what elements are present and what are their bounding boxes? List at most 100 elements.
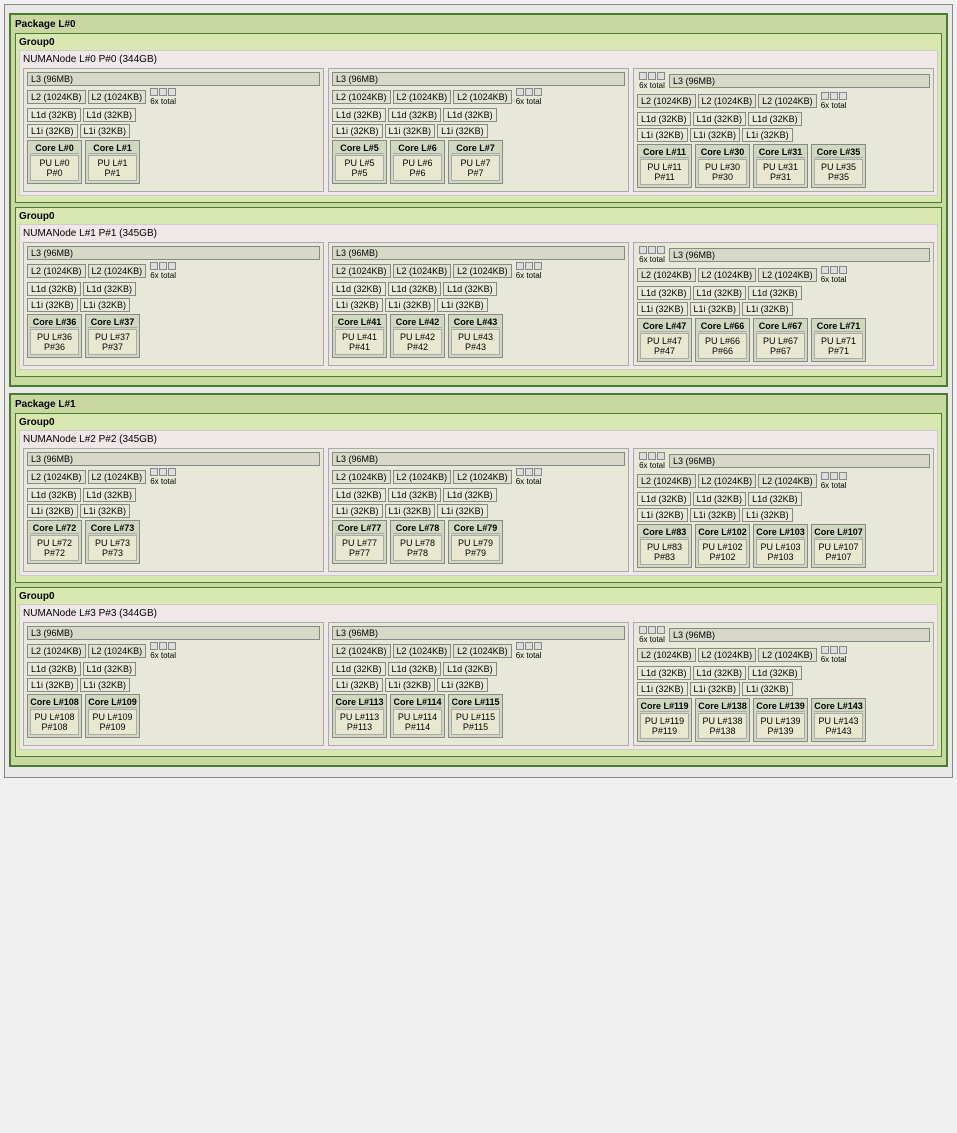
pu-box: PU L#0 P#0: [30, 155, 79, 181]
l2-block: L2 (1024KB): [332, 264, 391, 278]
l3-section: L3 (96MB)L2 (1024KB)L2 (1024KB)L2 (1024K…: [328, 68, 629, 192]
numa-node: NUMANode L#1 P#1 (345GB) L3 (96MB) L2 (102…: [19, 224, 938, 370]
l1i-block: L1i (32KB): [637, 302, 688, 316]
core-box: Core L#102PU L#102 P#102: [695, 524, 750, 568]
pu-box: PU L#6 P#6: [393, 155, 442, 181]
numa-title: NUMANode L#1 P#1 (345GB): [23, 228, 934, 239]
l1d-block: L1d (32KB): [332, 662, 386, 676]
l1d-block: L1d (32KB): [693, 492, 747, 506]
l3-block: L3 (96MB): [332, 626, 625, 640]
l1d-block: L1d (32KB): [83, 662, 137, 676]
l3-section: 6x totalL3 (96MB)L2 (1024KB)L2 (1024KB)L…: [633, 242, 934, 366]
l1d-block: L1d (32KB): [637, 492, 691, 506]
numa-title: NUMANode L#0 P#0 (344GB): [23, 54, 934, 65]
pu-box: PU L#37 P#37: [88, 329, 137, 355]
pu-box: PU L#139 P#139: [756, 713, 805, 739]
sections-row: L3 (96MB)L2 (1024KB)L2 (1024KB)6x totalL…: [23, 68, 934, 192]
core-box: Core L#115PU L#115 P#115: [448, 694, 503, 738]
core-box: Core L#72PU L#72 P#72: [27, 520, 82, 564]
core-box: Core L#139PU L#139 P#139: [753, 698, 808, 742]
l1i-block: L1i (32KB): [80, 124, 131, 138]
l2-block: L2 (1024KB): [332, 90, 391, 104]
count-badge: 6x total: [639, 626, 665, 644]
l2-block: L2 (1024KB): [758, 648, 817, 662]
pu-box: PU L#41 P#41: [335, 329, 384, 355]
l1i-block: L1i (32KB): [437, 298, 488, 312]
core-box: Core L#108PU L#108 P#108: [27, 694, 82, 738]
group-box: Group0NUMANode L#2 P#2 (345GB)L3 (96MB)L…: [15, 413, 942, 583]
numa-title: NUMANode L#2 P#2 (345GB): [23, 434, 934, 445]
l3-block: L3 (96MB): [27, 246, 320, 260]
core-box: Core L#79PU L#79 P#79: [448, 520, 503, 564]
pu-box: PU L#78 P#78: [393, 535, 442, 561]
group-title: Group0: [19, 211, 938, 222]
count-badge: 6x total: [150, 88, 176, 106]
l1i-block: L1i (32KB): [742, 302, 793, 316]
l1d-block: L1d (32KB): [27, 488, 81, 502]
pu-box: PU L#115 P#115: [451, 709, 500, 735]
l2-block: L2 (1024KB): [88, 470, 147, 484]
l2-block: L2 (1024KB): [698, 268, 757, 282]
l3-section: L3 (96MB)L2 (1024KB)L2 (1024KB)L2 (1024K…: [328, 622, 629, 746]
pu-box: PU L#11 P#11: [640, 159, 689, 185]
machine-box: Package L#0Group0NUMANode L#0 P#0 (344GB…: [4, 4, 953, 778]
l3-section: L3 (96MB)L2 (1024KB)L2 (1024KB)6x totalL…: [23, 68, 324, 192]
pu-box: PU L#73 P#73: [88, 535, 137, 561]
l1i-block: L1i (32KB): [385, 124, 436, 138]
count-badge: 6x total: [150, 642, 176, 660]
l1i-block: L1i (32KB): [80, 504, 131, 518]
l1i-block: L1i (32KB): [385, 504, 436, 518]
l1d-block: L1d (32KB): [388, 488, 442, 502]
core-box: Core L#1PU L#1 P#1: [85, 140, 140, 184]
core-box: Core L#109PU L#109 P#109: [85, 694, 140, 738]
l1i-block: L1i (32KB): [332, 678, 383, 692]
core-box: Core L#78PU L#78 P#78: [390, 520, 445, 564]
core-box: Core L#47PU L#47 P#47: [637, 318, 692, 362]
sections-row: L3 (96MB) L2 (1024KB) L2 (1024KB) 6x total L…: [23, 622, 934, 746]
l2-block: L2 (1024KB): [27, 644, 86, 658]
l1d-block: L1d (32KB): [388, 282, 442, 296]
l3-block: L3 (96MB): [27, 452, 320, 466]
pu-box: PU L#103 P#103: [756, 539, 805, 565]
count-badge: 6x total: [821, 646, 847, 664]
l1i-block: L1i (32KB): [27, 124, 78, 138]
l3-block: L3 (96MB): [669, 454, 930, 468]
sections-row: L3 (96MB)L2 (1024KB)L2 (1024KB)6x totalL…: [23, 242, 934, 366]
core-box: Core L#31PU L#31 P#31: [753, 144, 808, 188]
l2-block: L2 (1024KB): [453, 644, 512, 658]
package-box: Package L#0Group0NUMANode L#0 P#0 (344GB…: [9, 13, 948, 387]
pu-box: PU L#35 P#35: [814, 159, 863, 185]
l1d-block: L1d (32KB): [637, 666, 691, 680]
l1d-block: L1d (32KB): [27, 662, 81, 676]
pu-box: PU L#109 P#109: [88, 709, 137, 735]
l1d-block: L1d (32KB): [693, 112, 747, 126]
l2-block: L2 (1024KB): [637, 94, 696, 108]
l1i-block: L1i (32KB): [27, 504, 78, 518]
l1d-block: L1d (32KB): [27, 282, 81, 296]
core-box: Core L#113PU L#113 P#113: [332, 694, 387, 738]
l1i-block: L1i (32KB): [437, 504, 488, 518]
l1d-block: L1d (32KB): [637, 286, 691, 300]
core-box: Core L#103PU L#103 P#103: [753, 524, 808, 568]
core-box: Core L#77PU L#77 P#77: [332, 520, 387, 564]
l2-block: L2 (1024KB): [332, 644, 391, 658]
l1d-block: L1d (32KB): [388, 108, 442, 122]
l1d-block: L1d (32KB): [388, 662, 442, 676]
core-box: Core L#114PU L#114 P#114: [390, 694, 445, 738]
pu-box: PU L#102 P#102: [698, 539, 747, 565]
l2-block: L2 (1024KB): [758, 268, 817, 282]
core-box: Core L#37PU L#37 P#37: [85, 314, 140, 358]
l3-section: 6x totalL3 (96MB)L2 (1024KB)L2 (1024KB)L…: [633, 68, 934, 192]
core-box: Core L#41PU L#41 P#41: [332, 314, 387, 358]
l1i-block: L1i (32KB): [437, 678, 488, 692]
packages-container: Package L#0Group0NUMANode L#0 P#0 (344GB…: [9, 13, 948, 767]
l1d-block: L1d (32KB): [443, 662, 497, 676]
count-badge: 6x total: [516, 262, 542, 280]
core-box: Core L#0PU L#0 P#0: [27, 140, 82, 184]
pu-box: PU L#113 P#113: [335, 709, 384, 735]
l3-block: L3 (96MB): [332, 72, 625, 86]
pu-box: PU L#66 P#66: [698, 333, 747, 359]
package-box: Package L#1Group0NUMANode L#2 P#2 (345GB…: [9, 393, 948, 767]
l1i-block: L1i (32KB): [690, 508, 741, 522]
l1i-block: L1i (32KB): [27, 678, 78, 692]
